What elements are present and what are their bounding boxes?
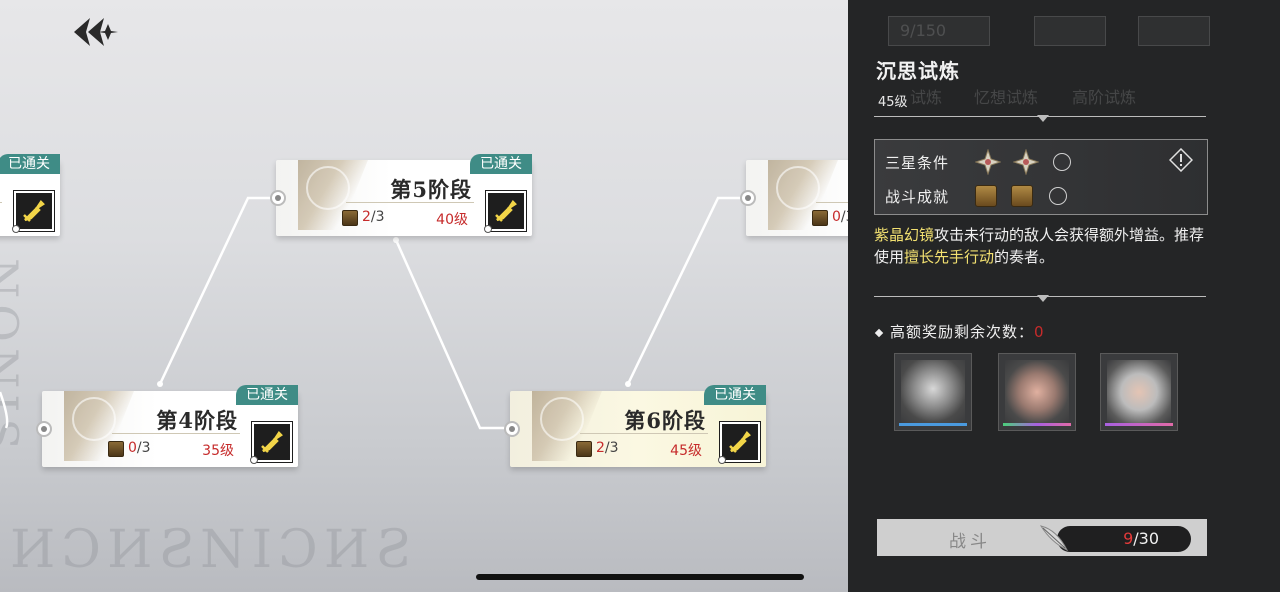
stage-detail-panel: 9/150 试炼 忆想试炼 高阶试炼 沉思试炼 45级 三星条件 战斗成就 紫晶…	[848, 0, 1280, 592]
stage-divider	[816, 202, 848, 203]
stage-card-4[interactable]: 已通关 第4阶段 0/3 35级	[36, 385, 298, 467]
stage-card-5[interactable]: 已通关 第5阶段 2/3 40级	[270, 154, 532, 236]
orb-icon	[901, 360, 965, 424]
stamina-value: 9/30	[1123, 529, 1159, 548]
stage-node	[36, 421, 52, 437]
ghost-home-button	[1034, 16, 1106, 46]
empty-chest-slot	[1049, 187, 1067, 205]
battle-achievement-label: 战斗成就	[885, 187, 950, 206]
cleared-badge: 已通关	[704, 385, 766, 405]
chest-icon	[975, 185, 997, 207]
chest-count: 2/3	[362, 209, 385, 225]
stage-title: 第5阶段	[390, 177, 472, 202]
conditions-box: 三星条件 战斗成就	[874, 139, 1208, 215]
info-icon[interactable]	[1169, 148, 1193, 172]
chest-count: 0/3	[128, 440, 151, 456]
ghost-tab-3: 高阶试炼	[1072, 88, 1137, 107]
stage-map: NONIS ИƆИƧNIƆИƧ 已通关 段 级 已通关 第5阶段 2/3	[0, 0, 848, 592]
star-icon	[975, 149, 1001, 175]
sword-button[interactable]	[12, 190, 55, 233]
sword-icon	[23, 200, 45, 222]
diamond-icon	[874, 328, 884, 337]
stage-divider	[580, 433, 708, 434]
star-icon	[1013, 149, 1039, 175]
rarity-bar	[1105, 423, 1173, 426]
cleared-badge: 已通关	[470, 154, 532, 174]
chest-count: 2/3	[596, 440, 619, 456]
crystal-icon	[1107, 360, 1171, 424]
stage-divider	[0, 202, 2, 203]
chest-icon	[576, 441, 592, 457]
mask-icon	[1005, 360, 1069, 424]
stage-node	[740, 190, 756, 206]
three-star-row: 三星条件	[885, 149, 1071, 175]
ghost-tab-1: 试炼	[910, 88, 943, 107]
sword-icon	[495, 200, 517, 222]
sword-button[interactable]	[250, 421, 293, 464]
stage-level: 45级	[670, 443, 702, 459]
stage-card-3[interactable]: 已通关 段 级	[0, 154, 60, 236]
stage-card-6[interactable]: 已通关 第6阶段 2/3 45级	[504, 385, 766, 467]
battle-label: 战斗	[949, 532, 991, 552]
cleared-badge: 已通关	[236, 385, 298, 405]
stage-divider	[346, 202, 474, 203]
empty-star-slot	[1053, 153, 1071, 171]
reward-item-mask[interactable]	[998, 353, 1076, 431]
stage-level: 35级	[202, 443, 234, 459]
panel-title: 沉思试炼	[876, 59, 960, 83]
home-indicator[interactable]	[476, 574, 804, 580]
stage-node	[270, 190, 286, 206]
ghost-menu-button	[1138, 16, 1210, 46]
stage-title: 第6阶段	[624, 408, 706, 433]
ghost-tab-2: 忆想试炼	[974, 88, 1039, 107]
chest-icon	[108, 441, 124, 457]
ghost-counter: 9/150	[900, 21, 947, 40]
sword-button[interactable]	[718, 421, 761, 464]
stage-description: 紫晶幻镜攻击未行动的敌人会获得额外增益。推荐使用擅长先手行动的奏者。	[874, 226, 1205, 266]
rarity-bar	[899, 423, 967, 426]
battle-button[interactable]: 战斗 9/30	[877, 519, 1207, 556]
stage-paths	[0, 196, 746, 430]
chest-count: 0/3	[832, 209, 848, 225]
sword-icon	[261, 431, 283, 453]
sword-icon	[729, 431, 751, 453]
separator-top	[874, 115, 1206, 122]
stamina-counter: 9/30	[1039, 525, 1191, 552]
reward-item-crystal[interactable]	[1100, 353, 1178, 431]
stage-card-7[interactable]: 0/3	[740, 160, 848, 236]
chest-icon	[812, 210, 828, 226]
panel-level: 45级	[878, 95, 908, 110]
reward-remaining: 高额奖励剩余次数：0	[874, 321, 1045, 342]
battle-achievement-row: 战斗成就	[885, 183, 1067, 209]
feather-icon	[1039, 525, 1069, 552]
reward-item-orb[interactable]	[894, 353, 972, 431]
cleared-badge: 已通关	[0, 154, 60, 174]
stage-node	[504, 421, 520, 437]
sword-button[interactable]	[484, 190, 527, 233]
chest-icon	[1011, 185, 1033, 207]
stage-level: 40级	[436, 212, 468, 228]
stage-divider	[112, 433, 240, 434]
three-star-label: 三星条件	[885, 153, 950, 172]
separator-middle	[874, 295, 1206, 302]
chest-icon	[342, 210, 358, 226]
rarity-bar	[1003, 423, 1071, 426]
stage-title: 第4阶段	[156, 408, 238, 433]
